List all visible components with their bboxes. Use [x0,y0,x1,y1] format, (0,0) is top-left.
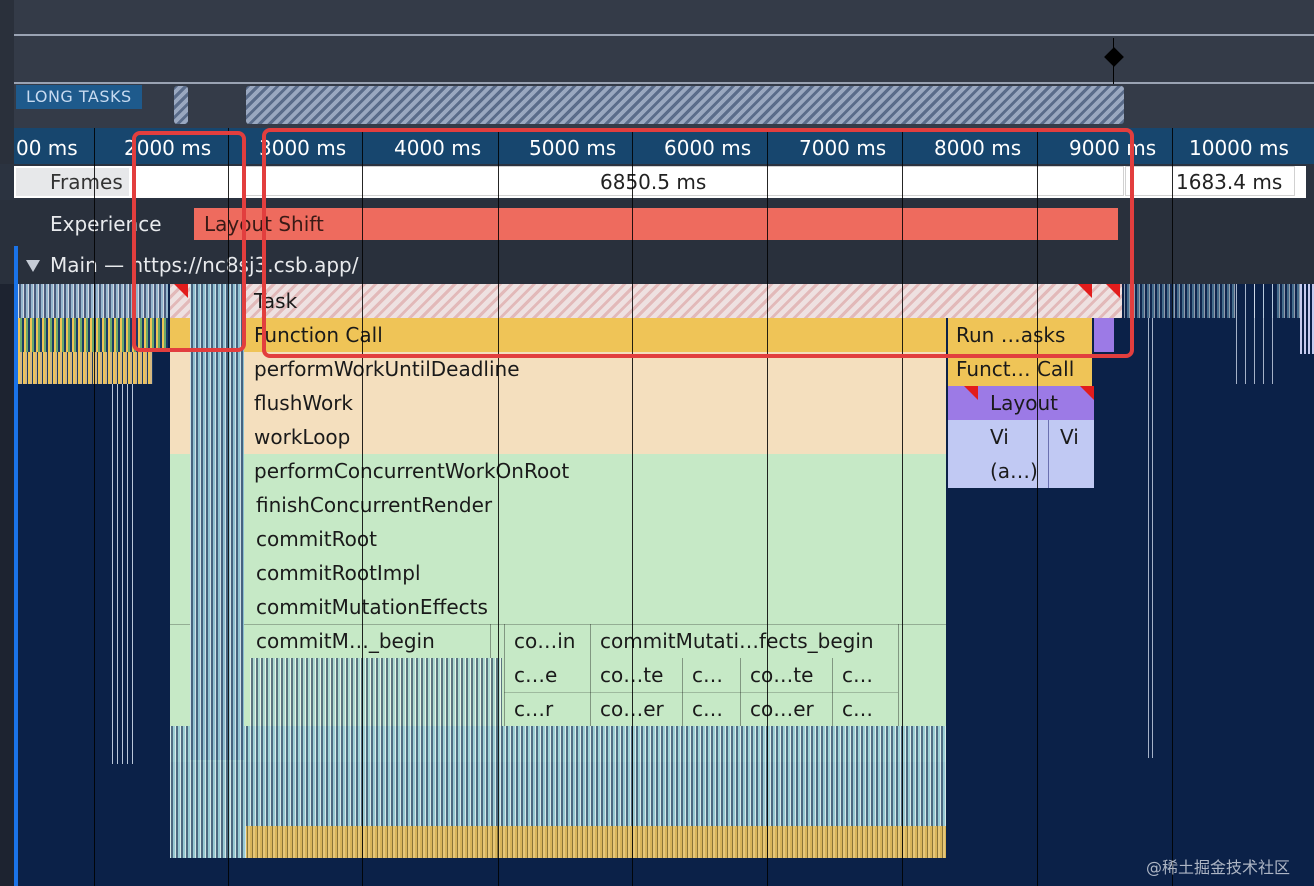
commit-mutation-effects-label: commitMutationEffects [256,595,488,619]
commit-root-label: commitRoot [256,527,377,551]
r1-label[interactable]: co…te [742,658,836,692]
long-task-block[interactable] [246,86,1124,124]
co-in-label[interactable]: co…in [506,624,588,658]
ruler-tick-label: 00 ms [16,136,78,160]
right-activity-stripes[interactable] [1236,284,1276,384]
long-task-block[interactable] [174,86,188,124]
slice-divider [504,624,505,726]
frames-label[interactable]: Frames [16,168,129,196]
activity-stripes[interactable] [18,352,153,384]
slice-divider [590,624,591,726]
marker-line [1113,38,1114,84]
overview-divider [14,34,1314,36]
overview-divider [14,82,1314,84]
anon-label[interactable]: (a…) [982,454,1048,488]
highlight-box-main [262,128,1134,358]
main-collapse-arrow-icon[interactable] [26,260,40,272]
grid-line [1172,128,1173,886]
right-activity-stripes[interactable] [1300,284,1314,354]
deep-stack-stripes[interactable] [170,762,946,826]
overview-border-left [0,0,14,128]
ruler-tick-label: 10000 ms [1189,136,1289,160]
warning-marker-icon [964,386,978,400]
highlight-box-left [132,131,246,352]
flame-left-gutter [0,284,14,886]
timeline-marker-diamond[interactable] [1104,47,1124,67]
vi-label[interactable]: Vi [982,420,1032,454]
deep-stack-stripes[interactable] [250,658,502,726]
right-activity-stripes[interactable] [1124,284,1314,318]
performance-panel: LONG TASKS 00 ms 2000 ms 3000 ms 4000 ms… [0,0,1314,886]
long-tasks-label: LONG TASKS [16,85,142,109]
track-left-accent [14,246,18,284]
grid-line [94,128,95,886]
slice-divider [490,624,491,658]
deep-stack-stripes[interactable] [170,726,946,762]
finish-concurrent-label: finishConcurrentRender [256,493,493,517]
right-activity-stripes[interactable] [1148,318,1156,758]
commit-mutati-begin-label[interactable]: commitMutati…fects_begin [592,624,896,658]
flush-work-label: flushWork [254,391,354,415]
frame-duration-label: 1683.4 ms [1176,170,1283,194]
r2-label[interactable]: c…r [506,692,588,726]
warning-marker-icon [1080,386,1094,400]
r2-label[interactable]: c… [684,692,738,726]
slice-divider [898,624,899,726]
row-divider [504,692,898,693]
r2-label[interactable]: co…er [742,692,836,726]
r1-label[interactable]: c…e [506,658,588,692]
commit-root-impl-label: commitRootImpl [256,561,421,585]
r1-label[interactable]: c… [684,658,738,692]
deep-stack-stripes[interactable] [170,826,946,858]
left-cluster-stripes[interactable] [190,284,244,760]
overview-area[interactable]: LONG TASKS [0,0,1314,128]
r2-label[interactable]: c… [834,692,894,726]
commit-m-begin-label[interactable]: commitM…_begin [248,624,488,658]
r1-label[interactable]: co…te [592,658,680,692]
vi-label[interactable]: Vi [1052,420,1092,454]
ruler-left-edge [0,128,14,164]
slice-divider [1048,420,1049,488]
perform-concurrent-label: performConcurrentWorkOnRoot [254,459,570,483]
activity-stripes[interactable] [112,384,136,764]
r2-label[interactable]: co…er [592,692,680,726]
watermark: @稀土掘金技术社区 [1146,858,1291,877]
deep-stack-stripes[interactable] [170,826,246,858]
work-loop-label: workLoop [254,425,351,449]
r1-label[interactable]: c… [834,658,894,692]
